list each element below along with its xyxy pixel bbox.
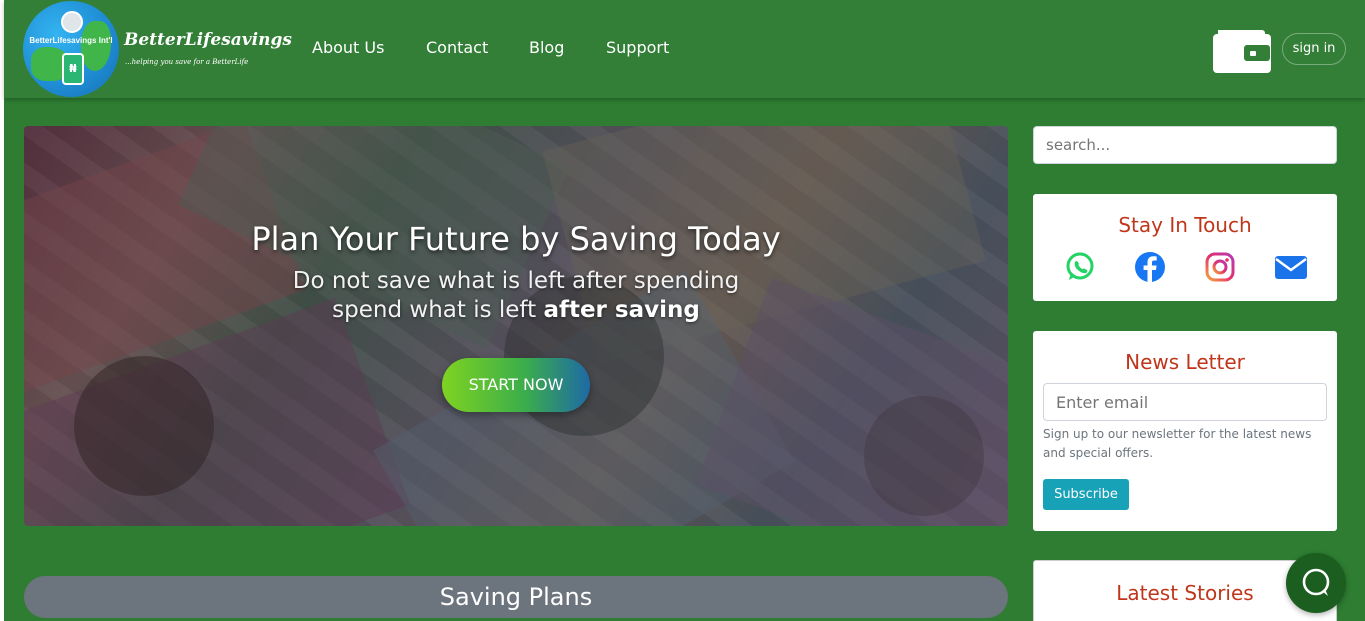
search-input[interactable] [1033, 126, 1337, 164]
logo-land [81, 21, 111, 71]
nav-support[interactable]: Support [606, 38, 669, 57]
facebook-icon[interactable] [1134, 251, 1166, 283]
hero-subtitle-line2: spend what is left after saving [24, 296, 1008, 325]
brand-tagline: ...helping you save for a BetterLife [125, 58, 249, 66]
instagram-icon[interactable] [1204, 251, 1236, 283]
newsletter-title: News Letter [1125, 350, 1245, 374]
page: BetterLifesavings Int'l ₦ BetterLifesavi… [4, 0, 1365, 621]
logo[interactable]: BetterLifesavings Int'l ₦ [23, 1, 119, 97]
chat-bubble-icon [1302, 568, 1330, 596]
start-now-button[interactable]: START NOW [442, 358, 590, 412]
site-header: BetterLifesavings Int'l ₦ BetterLifesavi… [4, 0, 1365, 98]
newsletter-note: Sign up to our newsletter for the latest… [1043, 427, 1312, 460]
stay-in-touch-card: Stay In Touch [1033, 194, 1337, 301]
logo-coin [61, 11, 83, 33]
saving-plans-heading: Saving Plans [24, 576, 1008, 618]
chat-button[interactable] [1286, 553, 1346, 613]
hero-subtitle-line1: Do not save what is left after spending [292, 268, 740, 294]
logo-savings-bottle: ₦ [62, 53, 84, 85]
nav-contact[interactable]: Contact [426, 38, 488, 57]
hero-subtitle-line2-text: spend what is left [332, 297, 537, 323]
logo-text: BetterLifesavings Int'l [29, 36, 113, 45]
newsletter-card: News Letter Sign up to our newsletter fo… [1033, 331, 1337, 531]
wallet-icon[interactable] [1212, 24, 1272, 74]
hero-subtitle: Do not save what is left after spending … [24, 267, 1008, 325]
subscribe-button[interactable]: Subscribe [1043, 479, 1129, 510]
stay-in-touch-title: Stay In Touch [1118, 213, 1252, 237]
hero-subtitle-emphasis: after saving [543, 297, 700, 323]
brand-name[interactable]: BetterLifesavings [124, 30, 292, 50]
hero-overlay [24, 126, 1008, 526]
email-field[interactable] [1043, 383, 1327, 421]
hero-banner: Plan Your Future by Saving Today Do not … [24, 126, 1008, 526]
sign-in-button[interactable]: sign in [1282, 33, 1346, 65]
nav-about-us[interactable]: About Us [312, 38, 384, 57]
hero-title: Plan Your Future by Saving Today [251, 220, 781, 258]
social-links [1033, 251, 1337, 283]
nav-blog[interactable]: Blog [529, 38, 564, 57]
whatsapp-icon[interactable] [1064, 251, 1096, 283]
envelope-icon[interactable] [1274, 251, 1307, 283]
